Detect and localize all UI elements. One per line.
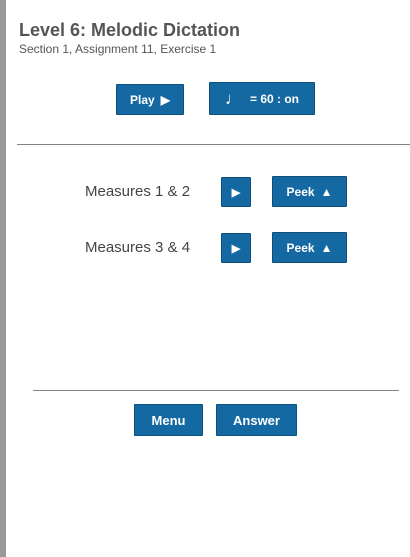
play-measures-3-4-button[interactable]: ▶: [221, 233, 251, 263]
play-icon: ▶: [160, 92, 170, 107]
tempo-button[interactable]: ♩ = 60 : on: [209, 82, 315, 115]
divider-top: [17, 144, 410, 145]
peek-measures-3-4-button[interactable]: Peek ▲: [272, 232, 347, 263]
header: Level 6: Melodic Dictation Section 1, As…: [19, 20, 240, 56]
peek-label: Peek: [286, 184, 315, 199]
peek-measures-1-2-button[interactable]: Peek ▲: [272, 176, 347, 207]
page-subtitle: Section 1, Assignment 11, Exercise 1: [19, 42, 217, 56]
page-title: Level 6: Melodic Dictation: [19, 20, 241, 40]
menu-button[interactable]: Menu: [134, 404, 203, 436]
play-icon: ▶: [231, 242, 241, 255]
divider-bottom: [33, 390, 399, 391]
peek-label: Peek: [286, 240, 315, 255]
measure-label-1-2: Measures 1 & 2: [85, 183, 191, 200]
menu-label: Menu: [151, 412, 186, 428]
left-border: [0, 0, 6, 557]
quarter-note-icon: ♩: [224, 89, 242, 108]
play-icon: ▶: [231, 186, 241, 199]
tempo-label: = 60 : on: [249, 91, 299, 106]
play-measures-1-2-button[interactable]: ▶: [221, 177, 251, 207]
answer-button[interactable]: Answer: [216, 404, 297, 436]
play-button[interactable]: Play ▶: [116, 84, 184, 115]
measure-label-3-4: Measures 3 & 4: [85, 239, 191, 256]
triangle-up-icon: ▲: [320, 184, 333, 199]
play-label: Play: [130, 92, 155, 107]
triangle-up-icon: ▲: [320, 240, 333, 255]
answer-label: Answer: [233, 412, 280, 428]
